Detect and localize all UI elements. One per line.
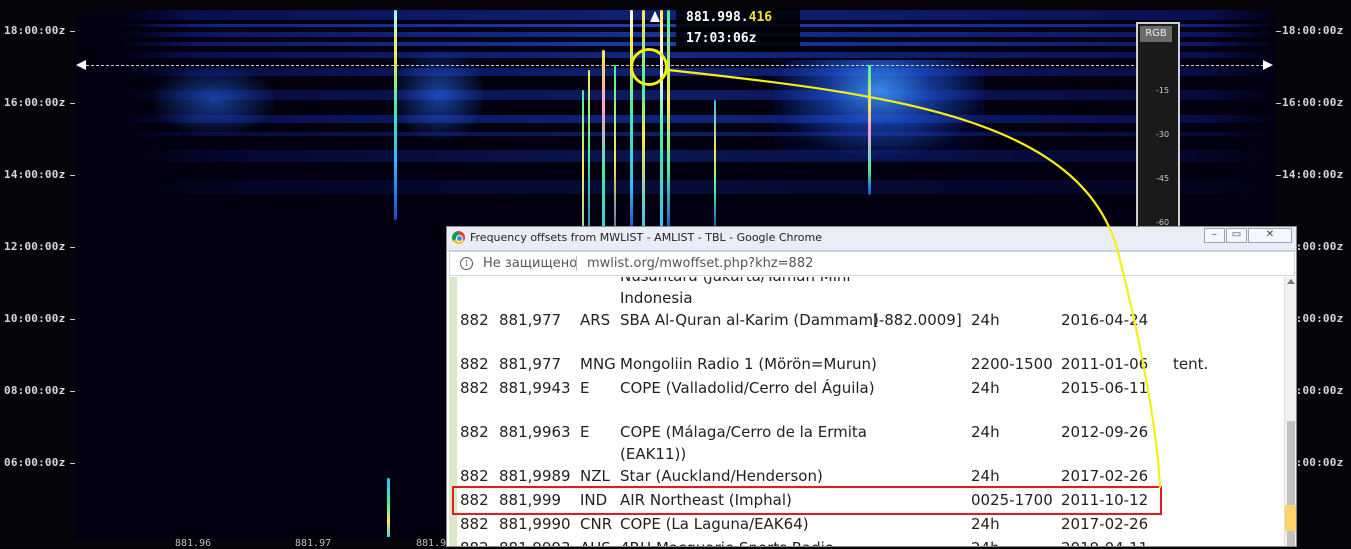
connector-overlay (667, 68, 1162, 489)
connector-curve (667, 68, 1162, 489)
